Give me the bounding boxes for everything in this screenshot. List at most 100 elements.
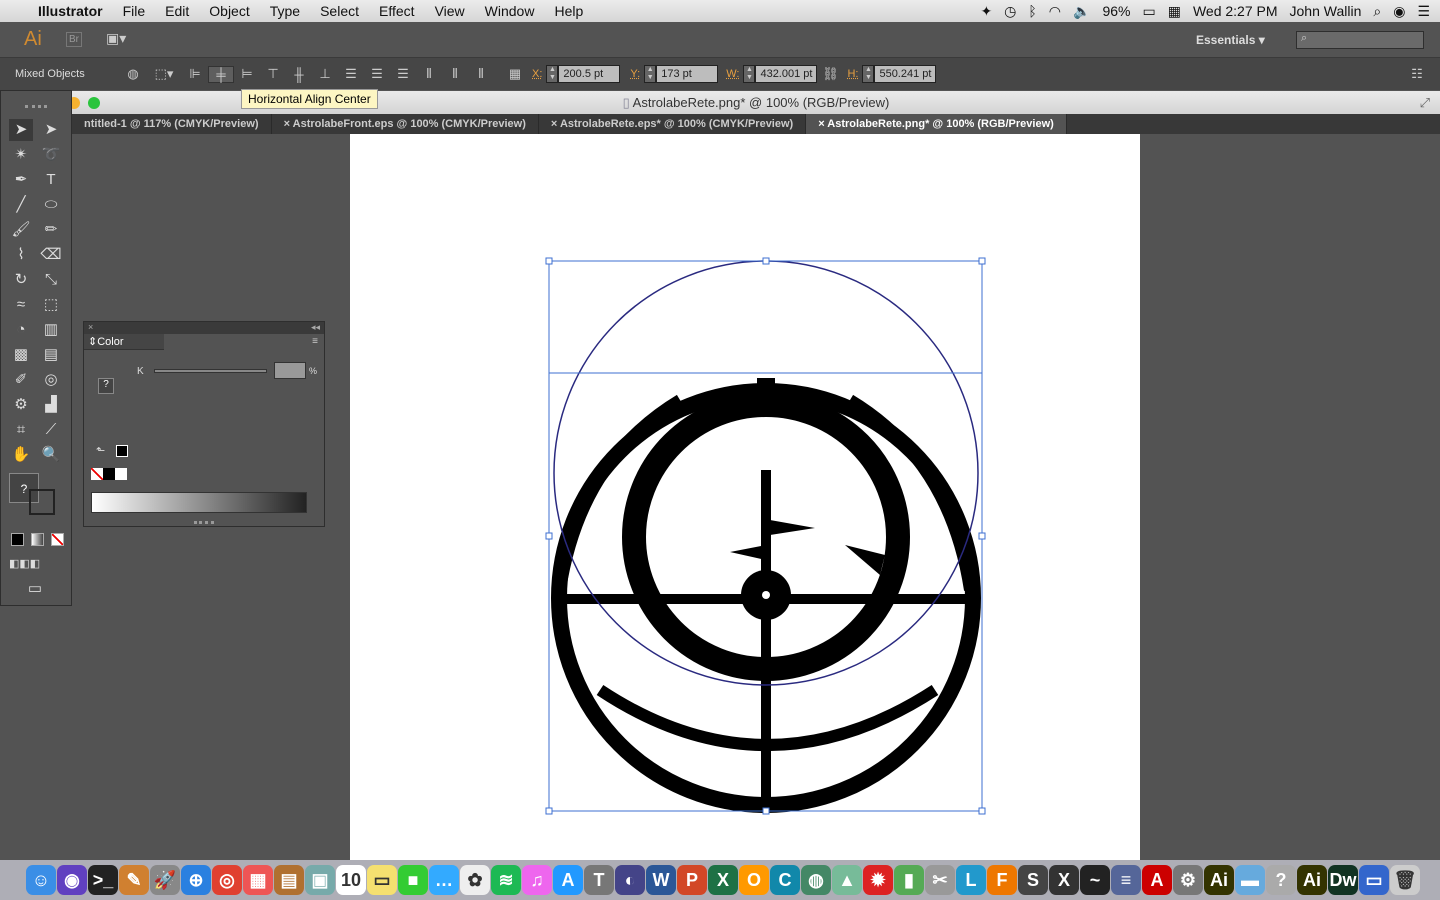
tab-astrolabe-rete-png[interactable]: × AstrolabeRete.png* @ 100% (RGB/Preview… [806, 114, 1067, 134]
menu-app[interactable]: Illustrator [28, 3, 113, 19]
paintbrush-tool-icon[interactable]: 🖌 [9, 219, 33, 241]
menu-file[interactable]: File [113, 3, 156, 19]
menu-type[interactable]: Type [260, 3, 310, 19]
artboard[interactable] [350, 134, 1140, 860]
distribute-vcenter-icon[interactable]: ☰ [364, 66, 390, 82]
wifi-icon[interactable]: ◠ [1049, 3, 1061, 20]
dock-settings-icon[interactable]: ⚙ [1173, 865, 1203, 895]
dock-f-app-icon[interactable]: F [987, 865, 1017, 895]
eyedropper-tool-icon[interactable]: ✐ [9, 369, 33, 391]
fullscreen-icon[interactable]: ⤢ [1420, 91, 1430, 114]
graph-tool-icon[interactable]: ▟ [39, 394, 63, 416]
free-transform-tool-icon[interactable]: ⬚ [39, 294, 63, 316]
h-stepper[interactable]: ▲ ▼ [862, 65, 875, 83]
reference-point-icon[interactable]: ▦ [502, 66, 528, 82]
align-horizontal-center-icon[interactable]: ╪ [208, 65, 234, 83]
arrange-documents-icon[interactable]: ▣▾ [106, 30, 126, 47]
help-search-input[interactable]: ⌕ [1296, 31, 1424, 49]
w-field[interactable]: 432.001 pt [755, 65, 818, 83]
dock-terminal-icon[interactable]: >_ [88, 865, 118, 895]
input-icon[interactable]: ▦ [1168, 3, 1181, 20]
type-tool-icon[interactable]: T [39, 169, 63, 191]
dock-l-app-icon[interactable]: L [956, 865, 986, 895]
dock-powerpoint-icon[interactable]: P [677, 865, 707, 895]
dock-illustrator-icon[interactable]: Ai [1204, 865, 1234, 895]
lasso-tool-icon[interactable]: ➰ [39, 144, 63, 166]
color-tab[interactable]: ⇕Color [84, 334, 164, 350]
dock-itunes-icon[interactable]: ♫ [522, 865, 552, 895]
x-stepper[interactable]: ▲ ▼ [546, 65, 559, 83]
menu-help[interactable]: Help [544, 3, 593, 19]
dropbox-icon[interactable]: ✦ [980, 3, 992, 20]
siri-icon[interactable]: ◉ [1393, 3, 1405, 20]
y-field[interactable]: 173 pt [656, 65, 719, 83]
h-field[interactable]: 550.241 pt [874, 65, 937, 83]
dock-network-icon[interactable]: ≡ [1111, 865, 1141, 895]
recolor-icon[interactable]: ◍ [120, 66, 146, 82]
distribute-left-icon[interactable]: ⫴ [416, 66, 442, 82]
dock-preview-icon[interactable]: ▣ [305, 865, 335, 895]
user-name[interactable]: John Wallin [1290, 3, 1362, 19]
dock-excel-icon[interactable]: X [708, 865, 738, 895]
menu-view[interactable]: View [425, 3, 475, 19]
dock-launchpad-icon[interactable]: 🚀 [150, 865, 180, 895]
dock-books-icon[interactable]: ▤ [274, 865, 304, 895]
x-field[interactable]: 200.5 pt [558, 65, 621, 83]
scale-tool-icon[interactable]: ⤡ [39, 269, 63, 291]
dock-siri-icon[interactable]: ◉ [57, 865, 87, 895]
time-machine-icon[interactable]: ◷ [1004, 3, 1016, 20]
resize-handle[interactable] [545, 807, 553, 815]
warp-tool-icon[interactable]: ≈ [9, 294, 33, 316]
tab-astrolabe-front-eps[interactable]: × AstrolabeFront.eps @ 100% (CMYK/Previe… [272, 114, 539, 134]
dock-help-icon[interactable]: ? [1266, 865, 1296, 895]
zoom-button[interactable] [88, 97, 100, 109]
none-swatch[interactable] [91, 468, 103, 480]
y-stepper[interactable]: ▲ ▼ [644, 65, 657, 83]
selection-tool-icon[interactable]: ➤ [9, 119, 33, 141]
resize-handle[interactable] [978, 807, 986, 815]
stroke-swatch[interactable] [29, 489, 55, 515]
blob-brush-tool-icon[interactable]: ⌇ [9, 244, 33, 266]
dock-x11-icon[interactable]: X [1049, 865, 1079, 895]
pencil-tool-icon[interactable]: ✏ [39, 219, 63, 241]
astrolabe-rete-artwork[interactable] [350, 134, 1140, 860]
resize-handle[interactable] [762, 257, 770, 265]
dock-word-icon[interactable]: W [646, 865, 676, 895]
resize-handle[interactable] [545, 257, 553, 265]
menu-window[interactable]: Window [475, 3, 545, 19]
dock-messages-icon[interactable]: … [429, 865, 459, 895]
distribute-right-icon[interactable]: ⫴ [468, 66, 494, 82]
dock-chrome-icon[interactable]: ◎ [212, 865, 242, 895]
workspace-switcher[interactable]: Essentials ▾ [1196, 33, 1265, 47]
w-stepper[interactable]: ▲ ▼ [743, 65, 756, 83]
align-left-icon[interactable]: ⊫ [182, 66, 208, 82]
dock-tex-icon[interactable]: T [584, 865, 614, 895]
dock-calendar-app-icon[interactable]: ▦ [243, 865, 273, 895]
resize-handle[interactable] [978, 257, 986, 265]
dock-photos-icon[interactable]: ✿ [460, 865, 490, 895]
resize-handle[interactable] [545, 532, 553, 540]
mesh-tool-icon[interactable]: ▩ [9, 344, 33, 366]
close-icon[interactable]: × [284, 118, 293, 130]
dock-calendar-icon[interactable]: 10 [336, 865, 366, 895]
dock-stickies-icon[interactable]: ▭ [367, 865, 397, 895]
dock-dreamweaver-icon[interactable]: Dw [1328, 865, 1358, 895]
dock-globe-icon[interactable]: ◍ [801, 865, 831, 895]
distribute-top-icon[interactable]: ☰ [338, 66, 364, 82]
close-icon[interactable]: × [551, 118, 560, 130]
align-bottom-icon[interactable]: ⊥ [312, 66, 338, 82]
color-mode-black[interactable] [11, 533, 24, 546]
artboard-tool-icon[interactable]: ⌗ [9, 419, 33, 441]
screen-mode-icon[interactable]: ▭ [23, 578, 47, 600]
close-icon[interactable]: × [818, 118, 827, 130]
dock-openoffice-icon[interactable]: O [739, 865, 769, 895]
resize-handle[interactable] [978, 532, 986, 540]
mini-fill-swatch[interactable]: ? [98, 378, 114, 394]
battery-percent[interactable]: 96% [1102, 3, 1130, 19]
tab-astrolabe-rete-eps[interactable]: × AstrolabeRete.eps* @ 100% (CMYK/Previe… [539, 114, 807, 134]
dock-app-store-icon[interactable]: A [553, 865, 583, 895]
line-tool-icon[interactable]: ╱ [9, 194, 33, 216]
rotate-tool-icon[interactable]: ↻ [9, 269, 33, 291]
distribute-hcenter-icon[interactable]: ⫴ [442, 66, 468, 82]
black-swatch[interactable] [103, 468, 115, 480]
